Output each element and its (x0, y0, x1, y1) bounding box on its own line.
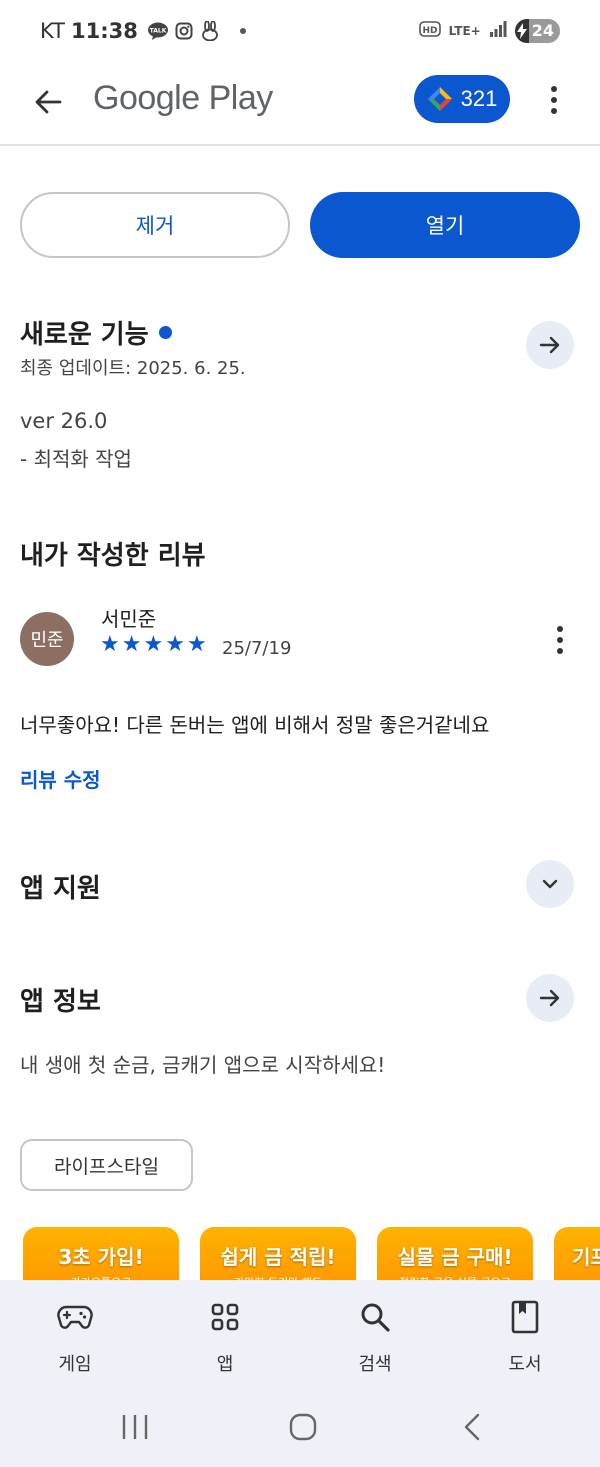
points-value: 321 (460, 86, 498, 111)
home-icon (289, 1413, 317, 1441)
signal-icon (489, 20, 507, 42)
nav-label: 검색 (358, 1354, 392, 1375)
system-back-button[interactable] (455, 1410, 489, 1444)
svg-text:TALK: TALK (149, 28, 166, 35)
star-icon: ★ (121, 632, 142, 657)
app-info-arrow-button[interactable] (526, 974, 574, 1022)
screenshot-carousel[interactable]: 3초 가입! 카카오톡으로 쉽게 금 적립! 가만히 두기만 해도 실물 금 구… (0, 1227, 600, 1283)
more-vert-icon (551, 86, 557, 92)
star-icon: ★ (100, 632, 120, 657)
review-date: 25/7/19 (222, 638, 292, 659)
category-chip[interactable]: 라이프스타일 (20, 1139, 193, 1191)
nav-books[interactable]: 도서 (450, 1280, 600, 1392)
app-description: 내 생애 첫 순금, 금캐기 앱으로 시작하세요! (20, 1053, 386, 1077)
status-left: KT 11:38 TALK (40, 19, 246, 43)
bottom-navigation: 게임 앱 검색 도서 (0, 1280, 600, 1392)
screenshot-title: 기프 (572, 1245, 600, 1269)
screenshot-title: 3초 가입! (58, 1245, 144, 1269)
more-options-button[interactable] (534, 78, 574, 122)
book-icon (511, 1300, 539, 1334)
instagram-icon (174, 21, 194, 41)
reviewer-name: 서민준 (101, 607, 157, 631)
clock: 11:38 (70, 19, 138, 43)
more-vert-icon (557, 626, 563, 632)
version-text: ver 26.0 (20, 409, 108, 433)
google-play-logo: Google Play (93, 79, 273, 117)
app-info-heading: 앱 정보 (20, 987, 101, 1017)
nav-label: 게임 (58, 1354, 92, 1375)
screenshot-title: 쉽게 금 적립! (220, 1245, 336, 1269)
review-options-button[interactable] (540, 620, 580, 660)
chevron-left-icon (464, 1413, 480, 1441)
arrow-right-icon (539, 336, 560, 354)
carrier-label: KT (40, 19, 65, 43)
open-button[interactable]: 열기 (310, 192, 580, 258)
app-header: Google Play 321 (0, 64, 600, 146)
search-icon (359, 1300, 391, 1334)
star-icon: ★ (186, 632, 207, 657)
battery-level: 24 (528, 19, 560, 43)
nav-games[interactable]: 게임 (0, 1280, 150, 1392)
last-updated: 최종 업데이트: 2025. 6. 25. (20, 358, 246, 379)
chevron-down-icon (542, 879, 558, 889)
apps-grid-icon (210, 1300, 240, 1334)
avatar: 민준 (20, 612, 74, 666)
nav-apps[interactable]: 앱 (150, 1280, 300, 1392)
new-indicator-dot (158, 326, 172, 339)
my-review-heading: 내가 작성한 리뷰 (20, 541, 206, 571)
back-arrow-icon (35, 90, 62, 114)
app-support-heading: 앱 지원 (20, 874, 101, 904)
play-points-icon (427, 87, 452, 111)
nav-label: 도서 (508, 1354, 542, 1375)
recents-icon (122, 1415, 148, 1439)
hd-icon: HD (418, 20, 441, 42)
play-points-button[interactable]: 321 (414, 75, 510, 123)
home-button[interactable] (286, 1410, 320, 1444)
whats-new-arrow-button[interactable] (526, 321, 574, 369)
gamepad-icon (57, 1300, 93, 1334)
star-rating: ★ ★ ★ ★ ★ (100, 634, 207, 656)
screenshot-card[interactable]: 실물 금 구매! 적립한 금을 실물 금으로 (377, 1227, 533, 1283)
dot-icon (239, 28, 246, 34)
battery-icon: 24 (514, 19, 560, 43)
uninstall-button[interactable]: 제거 (20, 192, 290, 258)
edit-review-link[interactable]: 리뷰 수정 (20, 764, 101, 793)
svg-text:HD: HD (422, 26, 437, 36)
talk-icon: TALK (147, 21, 168, 41)
app-support-expand-button[interactable] (526, 860, 574, 908)
release-notes: - 최적화 작업 (20, 447, 132, 471)
system-navigation (0, 1392, 600, 1467)
recent-apps-button[interactable] (118, 1410, 152, 1444)
whats-new-title: 새로운 기능 (20, 320, 149, 350)
screenshot-card[interactable]: 기프 (554, 1227, 600, 1283)
screenshot-card[interactable]: 3초 가입! 카카오톡으로 (23, 1227, 179, 1283)
review-text: 너무좋아요! 다른 돈버는 앱에 비해서 정말 좋은거같네요 (20, 713, 490, 737)
rabbit-icon (200, 21, 220, 41)
nav-label: 앱 (216, 1354, 234, 1375)
nav-search[interactable]: 검색 (300, 1280, 450, 1392)
back-button[interactable] (26, 80, 70, 124)
star-icon: ★ (165, 632, 185, 657)
status-right: HD LTE+ 24 (418, 19, 560, 43)
arrow-right-icon (539, 989, 560, 1007)
star-icon: ★ (143, 632, 164, 657)
screenshot-card[interactable]: 쉽게 금 적립! 가만히 두기만 해도 (200, 1227, 356, 1283)
screenshot-title: 실물 금 구매! (397, 1245, 513, 1269)
status-bar: KT 11:38 TALK HD LTE+ 24 (0, 0, 600, 64)
whats-new-heading: 새로운 기능 (20, 314, 172, 351)
charging-bolt-icon (514, 19, 529, 43)
lte-icon: LTE+ (448, 24, 481, 38)
